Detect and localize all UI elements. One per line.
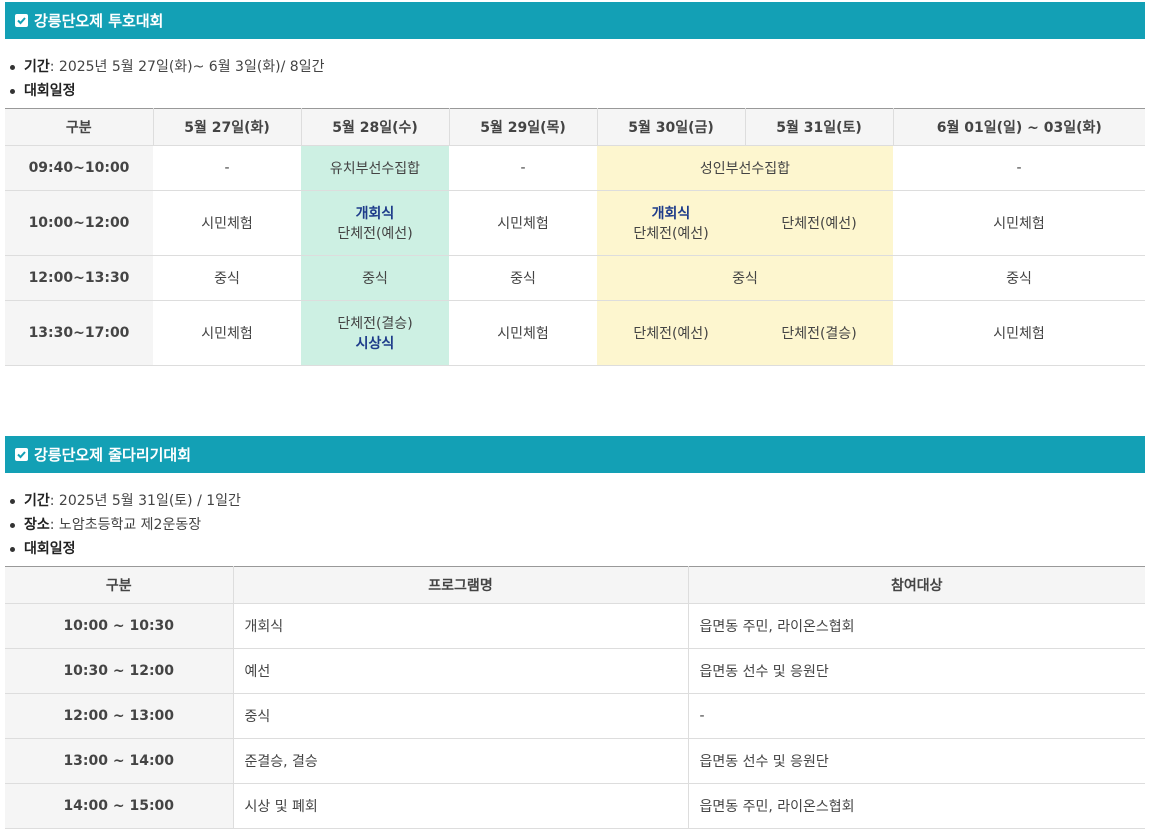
target-cell: 읍면동 주민, 라이온스협회 [687, 603, 1145, 649]
table-header-row: 구분 5월 27일(화) 5월 28일(수) 5월 29일(목) 5월 30일(… [5, 108, 1145, 146]
header-cell: 5월 30일(금) [596, 108, 745, 146]
table-cell: 중식 [153, 255, 301, 301]
table-row: 13:30~17:00 시민체험 단체전(결승) 시상식 시민체험 단체전(예선… [5, 300, 1145, 366]
table-row: 12:00~13:30 중식 중식 중식 중식 중식 [5, 255, 1145, 301]
table-row: 13:00 ~ 14:00 준결승, 결승 읍면동 선수 및 응원단 [5, 738, 1145, 784]
table-header-row: 구분 프로그램명 참여대상 [5, 566, 1145, 604]
header-cell: 참여대상 [687, 566, 1145, 604]
header-cell: 구분 [5, 108, 153, 146]
header-cell: 5월 28일(수) [300, 108, 449, 146]
program-cell: 개회식 [232, 603, 688, 649]
header-cell: 5월 31일(토) [744, 108, 893, 146]
table-cell: 시민체험 [153, 190, 301, 256]
time-cell: 12:00~13:30 [5, 255, 153, 301]
program-cell: 예선 [232, 648, 688, 694]
table-cell: 개회식 단체전(예선) [301, 190, 449, 256]
time-cell: 14:00 ~ 15:00 [5, 783, 233, 829]
time-cell: 13:00 ~ 14:00 [5, 738, 233, 784]
section-title: 강릉단오제 투호대회 [34, 12, 164, 30]
cell-text: 단체전(예선) [337, 226, 413, 242]
info-period: 기간 : 2025년 5월 27일(화)~ 6월 3일(화)/ 8일간 [8, 55, 324, 79]
table-cell: - [153, 145, 301, 191]
table-cell: 개회식 단체전(예선) [597, 190, 745, 256]
table-row: 14:00 ~ 15:00 시상 및 폐회 읍면동 주민, 라이온스협회 [5, 783, 1145, 829]
checkbox-checked-icon [15, 448, 28, 461]
checkbox-checked-icon [15, 14, 28, 27]
info-place: 장소 : 노암초등학교 제2운동장 [8, 513, 241, 537]
table-row: 10:00 ~ 10:30 개회식 읍면동 주민, 라이온스협회 [5, 603, 1145, 649]
table-cell: 중식 [449, 255, 597, 301]
table-cell: - [893, 145, 1145, 191]
table-cell: 시민체험 [893, 190, 1145, 256]
table-row: 10:00~12:00 시민체험 개회식 단체전(예선) 시민체험 개회식 단체… [5, 190, 1145, 256]
program-cell: 시상 및 폐회 [232, 783, 688, 829]
table-cell: 시민체험 [153, 300, 301, 366]
time-cell: 12:00 ~ 13:00 [5, 693, 233, 739]
table-cell: 시민체험 [449, 300, 597, 366]
target-cell: 읍면동 선수 및 응원단 [687, 648, 1145, 694]
info-period: 기간 : 2025년 5월 31일(토) / 1일간 [8, 489, 241, 513]
table-cell: 시민체험 [893, 300, 1145, 366]
cell-text: 단체전(결승) [337, 316, 413, 332]
header-cell: 프로그램명 [232, 566, 688, 604]
table-row: 12:00 ~ 13:00 중식 - [5, 693, 1145, 739]
time-cell: 09:40~10:00 [5, 145, 153, 191]
table-row: 10:30 ~ 12:00 예선 읍면동 선수 및 응원단 [5, 648, 1145, 694]
program-cell: 준결승, 결승 [232, 738, 688, 784]
table-cell: 중식 [597, 255, 893, 301]
table-cell: 중식 [893, 255, 1145, 301]
header-cell: 5월 27일(화) [152, 108, 301, 146]
cell-text: 단체전(예선) [633, 226, 709, 242]
target-cell: 읍면동 주민, 라이온스협회 [687, 783, 1145, 829]
target-cell: - [687, 693, 1145, 739]
target-cell: 읍면동 선수 및 응원단 [687, 738, 1145, 784]
section-header-tuho: 강릉단오제 투호대회 [5, 2, 1145, 39]
table-row: 09:40~10:00 - 유치부선수집합 - 성인부선수집합 - [5, 145, 1145, 191]
program-cell: 중식 [232, 693, 688, 739]
schedule-table-tuho: 구분 5월 27일(화) 5월 28일(수) 5월 29일(목) 5월 30일(… [5, 108, 1145, 366]
table-cell: 단체전(결승) [745, 300, 893, 366]
emphasis-text: 개회식 [355, 206, 395, 222]
section-title: 강릉단오제 줄다리기대회 [34, 446, 192, 464]
info-list-tuho: 기간 : 2025년 5월 27일(화)~ 6월 3일(화)/ 8일간 대회일정 [8, 55, 324, 103]
table-cell: 시민체험 [449, 190, 597, 256]
table-cell: - [449, 145, 597, 191]
table-cell: 단체전(예선) [745, 190, 893, 256]
header-cell: 5월 29일(목) [448, 108, 597, 146]
table-cell: 중식 [301, 255, 449, 301]
section-header-tug-of-war: 강릉단오제 줄다리기대회 [5, 436, 1145, 473]
time-cell: 10:00 ~ 10:30 [5, 603, 233, 649]
time-cell: 10:30 ~ 12:00 [5, 648, 233, 694]
info-schedule: 대회일정 [8, 79, 324, 103]
time-cell: 13:30~17:00 [5, 300, 153, 366]
table-cell: 단체전(결승) 시상식 [301, 300, 449, 366]
table-cell: 성인부선수집합 [597, 145, 893, 191]
info-schedule: 대회일정 [8, 537, 241, 561]
table-cell: 단체전(예선) [597, 300, 745, 366]
info-list-tug-of-war: 기간 : 2025년 5월 31일(토) / 1일간 장소 : 노암초등학교 제… [8, 489, 241, 561]
header-cell: 6월 01일(일) ~ 03일(화) [892, 108, 1145, 146]
schedule-table-tug-of-war: 구분 프로그램명 참여대상 10:00 ~ 10:30 개회식 읍면동 주민, … [5, 566, 1145, 829]
emphasis-text: 시상식 [355, 336, 395, 352]
table-cell: 유치부선수집합 [301, 145, 449, 191]
time-cell: 10:00~12:00 [5, 190, 153, 256]
header-cell: 구분 [5, 566, 233, 604]
emphasis-text: 개회식 [651, 206, 691, 222]
